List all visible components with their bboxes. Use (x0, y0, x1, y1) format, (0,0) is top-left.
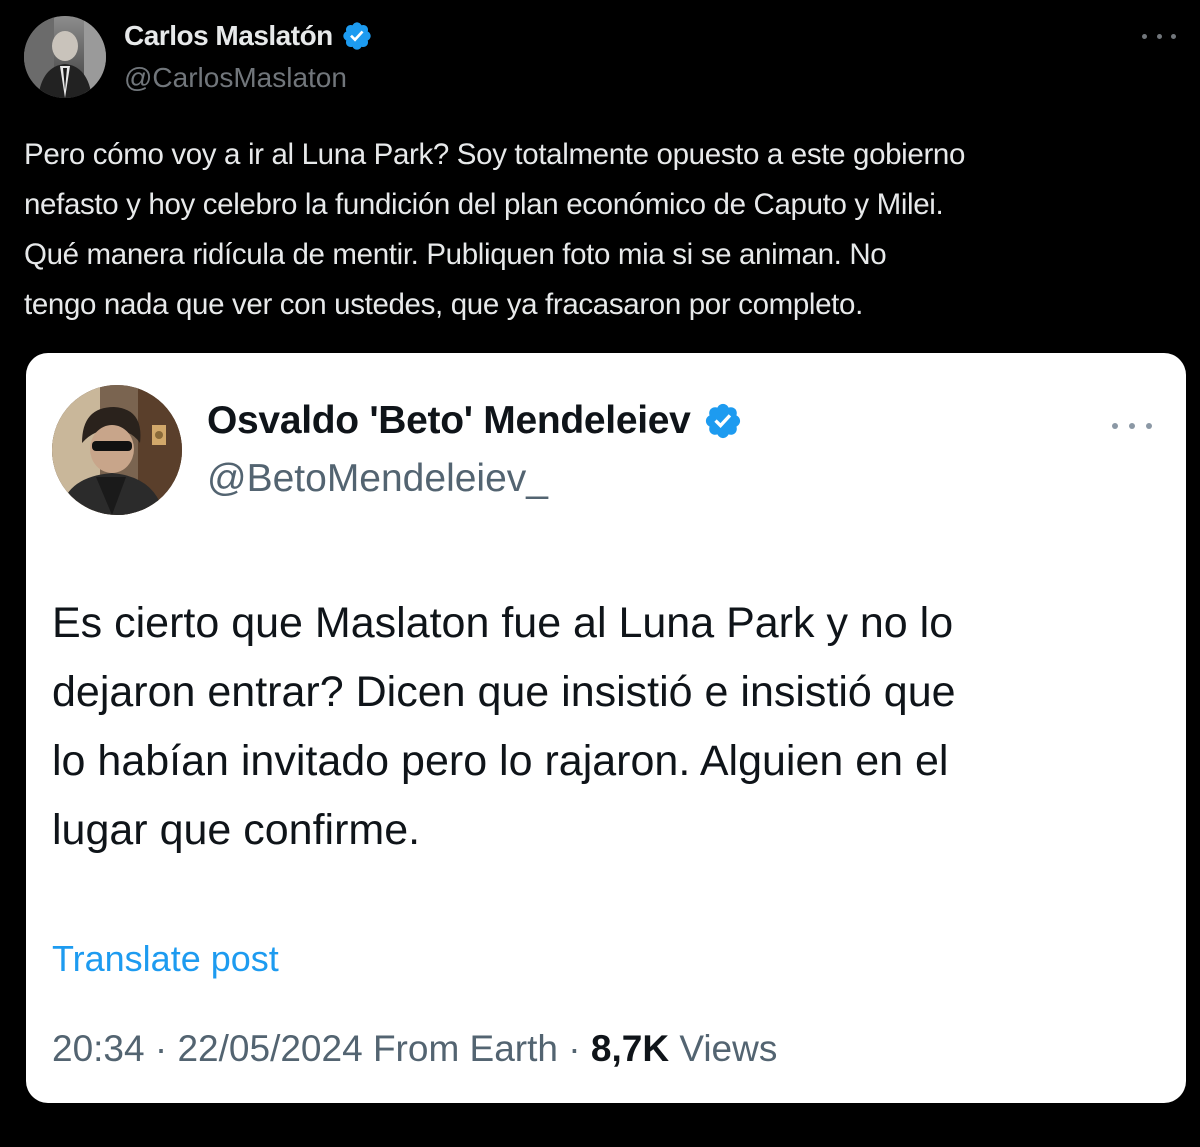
quoted-author-name[interactable]: Osvaldo 'Beto' Mendeleiev (207, 399, 691, 443)
more-dot (1142, 33, 1147, 39)
verified-badge-icon (341, 20, 373, 52)
outer-post-header: Carlos Maslatón @CarlosMaslaton (24, 16, 1176, 100)
outer-author-avatar[interactable] (24, 16, 106, 98)
quoted-author-name-row: Osvaldo 'Beto' Mendeleiev (207, 399, 743, 443)
post-source: From Earth (372, 1028, 558, 1069)
post-meta-row: 20:34 · 22/05/2024 From Earth · 8,7K Vie… (52, 1028, 777, 1070)
outer-author-name[interactable]: Carlos Maslatón (124, 20, 333, 52)
more-horizontal-icon[interactable] (1142, 24, 1176, 48)
views-label: Views (679, 1028, 778, 1069)
verified-badge-icon (703, 401, 743, 441)
quoted-post-text: Es cierto que Maslaton fue al Luna Park … (52, 599, 956, 854)
more-dot (1129, 423, 1135, 429)
views-count[interactable]: 8,7K (591, 1028, 669, 1069)
quoted-post-card[interactable]: Osvaldo 'Beto' Mendeleiev @BetoMendeleie… (26, 353, 1186, 1103)
quoted-author-avatar[interactable] (52, 385, 182, 515)
post-date[interactable]: 22/05/2024 (177, 1028, 362, 1069)
quoted-author-handle[interactable]: @BetoMendeleiev_ (207, 457, 548, 501)
more-dot (1112, 423, 1118, 429)
meta-separator: · (154, 1028, 168, 1069)
more-dot (1146, 423, 1152, 429)
post-time[interactable]: 20:34 (52, 1028, 145, 1069)
outer-author-handle[interactable]: @CarlosMaslaton (124, 62, 347, 94)
outer-author-name-row: Carlos Maslatón (124, 20, 373, 52)
meta-separator: · (568, 1028, 581, 1069)
outer-post-text: Pero cómo voy a ir al Luna Park? Soy tot… (24, 138, 966, 321)
more-horizontal-icon[interactable] (1112, 419, 1152, 433)
translate-post-link[interactable]: Translate post (52, 938, 279, 980)
more-dot (1156, 33, 1162, 39)
more-dot (1171, 33, 1176, 39)
